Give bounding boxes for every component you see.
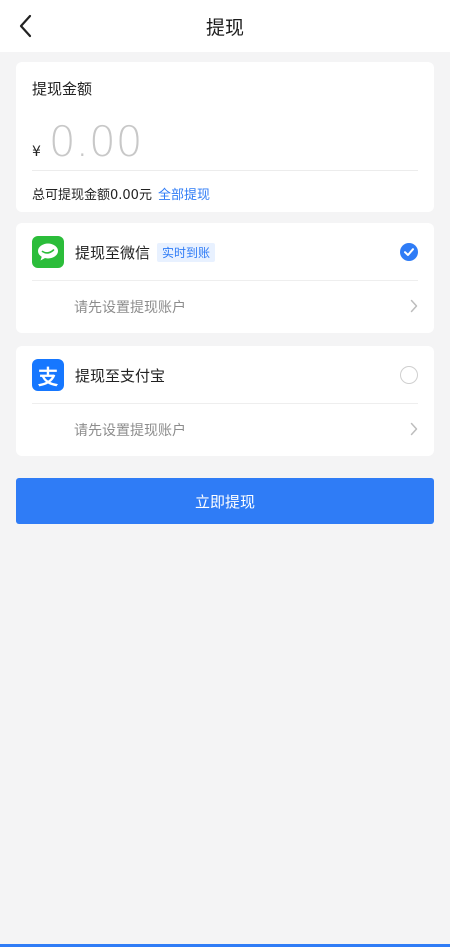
- amount-input-row: ¥: [32, 114, 349, 170]
- wechat-method-label: 提现至微信: [75, 243, 151, 262]
- chevron-left-icon: [19, 14, 32, 38]
- available-balance-row: 总可提现金额0.00元 全部提现: [32, 184, 210, 203]
- alipay-method-label: 提现至支付宝: [75, 366, 166, 385]
- wechat-radio-checked[interactable]: [400, 243, 418, 261]
- amount-section-title: 提现金额: [32, 80, 93, 98]
- wechat-setup-account-text: 请先设置提现账户: [74, 300, 186, 316]
- wechat-method-card[interactable]: 提现至微信 实时到账 请先设置提现账户: [16, 223, 434, 333]
- wechat-setup-account-row[interactable]: 请先设置提现账户: [74, 281, 418, 333]
- alipay-method-card[interactable]: 支 提现至支付宝 请先设置提现账户: [16, 346, 434, 456]
- currency-symbol: ¥: [32, 144, 41, 160]
- alipay-setup-account-row[interactable]: 请先设置提现账户: [74, 404, 418, 456]
- top-nav-bar: 提现: [0, 0, 450, 52]
- amount-input[interactable]: [48, 114, 349, 170]
- checkmark-icon: [404, 248, 414, 256]
- page-title: 提现: [205, 16, 244, 39]
- instant-arrival-badge: 实时到账: [157, 242, 216, 262]
- wechat-method-header[interactable]: 提现至微信 实时到账: [32, 235, 418, 269]
- alipay-setup-account-text: 请先设置提现账户: [74, 423, 186, 439]
- alipay-method-header[interactable]: 支 提现至支付宝: [32, 358, 418, 392]
- available-balance-text: 总可提现金额0.00元: [32, 188, 152, 203]
- back-button[interactable]: [12, 12, 38, 40]
- amount-card: 提现金额 ¥ 总可提现金额0.00元 全部提现: [16, 62, 434, 212]
- alipay-logo-icon: 支: [32, 359, 64, 391]
- amount-divider: [32, 170, 418, 171]
- alipay-radio-unchecked[interactable]: [400, 366, 418, 384]
- chevron-right-icon: [410, 298, 418, 317]
- withdraw-all-link[interactable]: 全部提现: [158, 184, 210, 203]
- wechat-logo-icon: [32, 236, 64, 268]
- chevron-right-icon: [410, 421, 418, 440]
- withdraw-now-button[interactable]: 立即提现: [16, 478, 434, 524]
